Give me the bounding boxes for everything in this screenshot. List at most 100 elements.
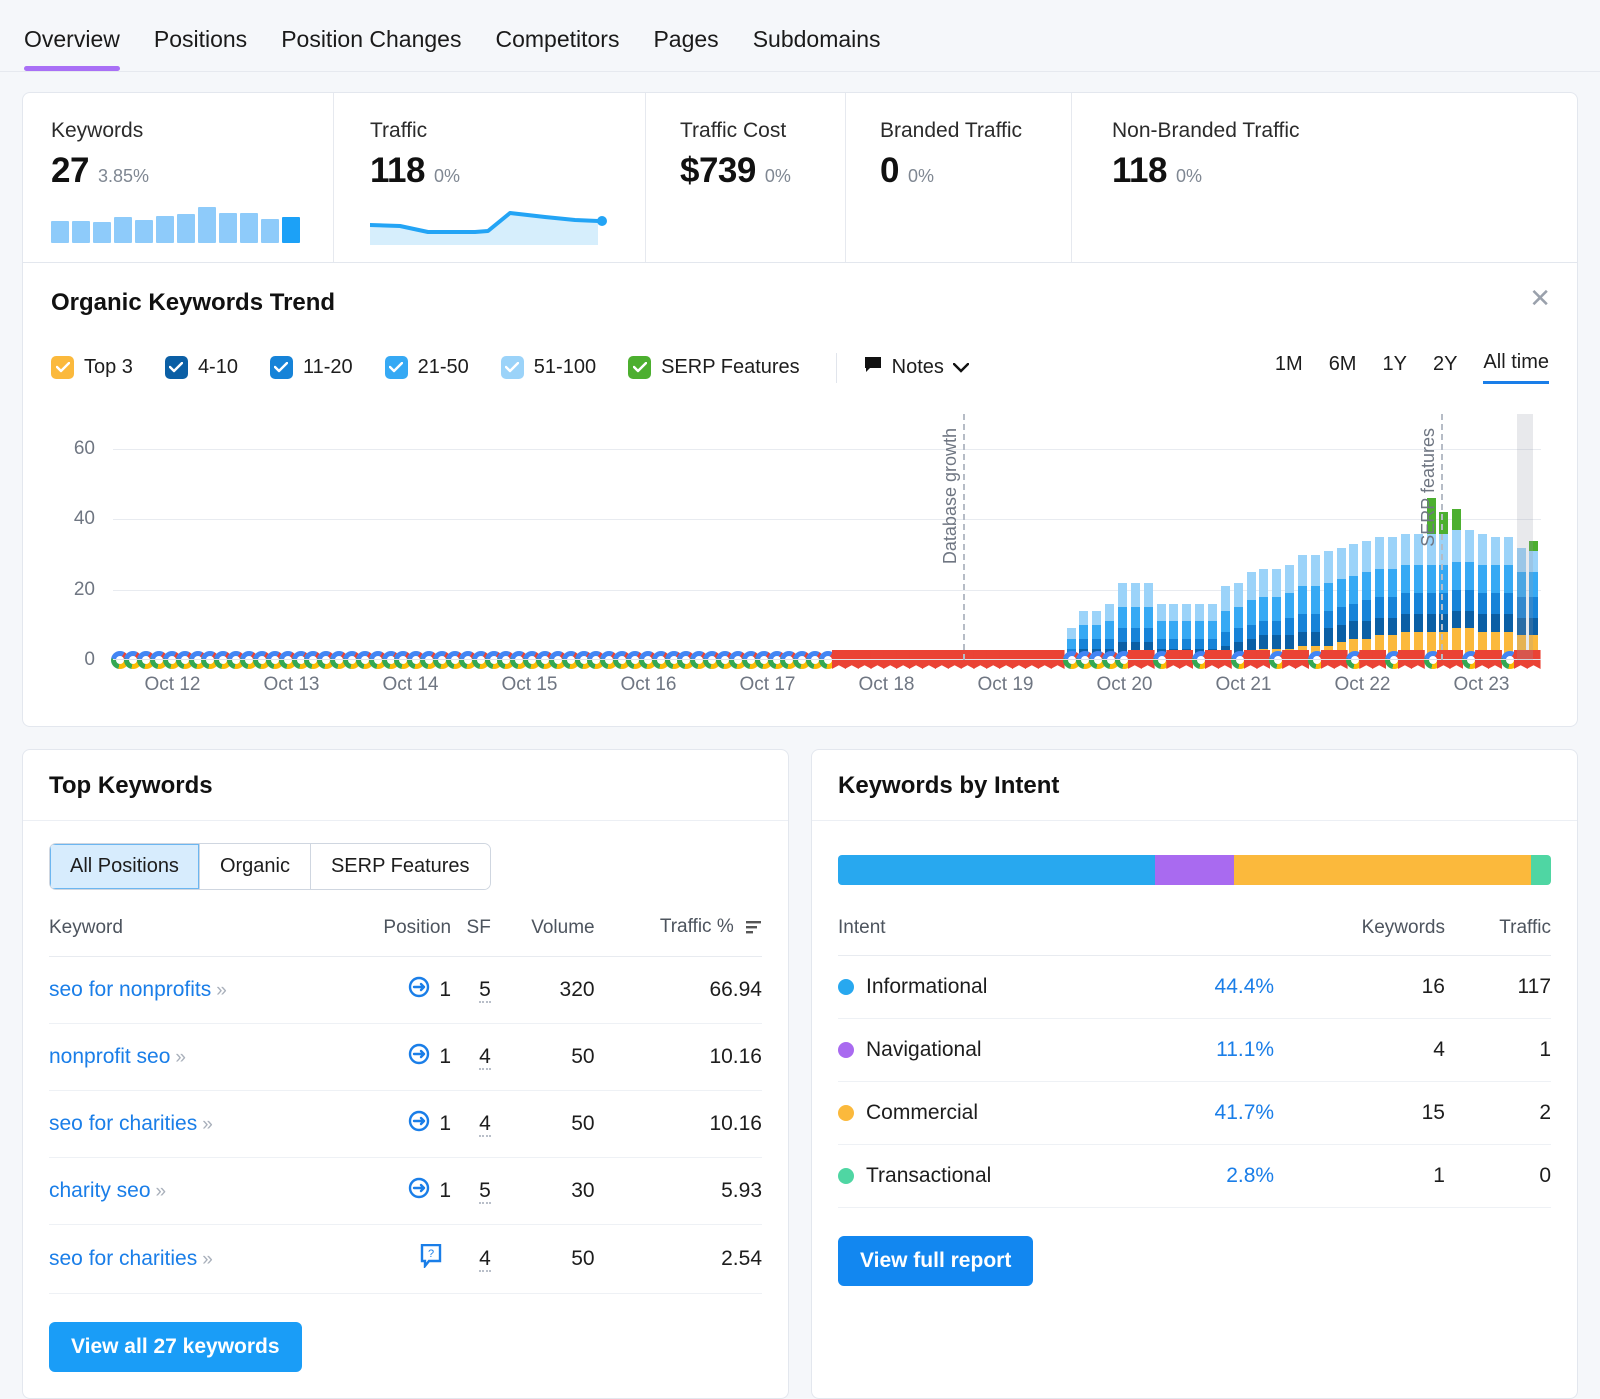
chart-bar[interactable] bbox=[1375, 537, 1385, 660]
kw-filter-all-positions[interactable]: All Positions bbox=[50, 844, 200, 889]
legend-item-top-3[interactable]: Top 3 bbox=[51, 356, 133, 379]
range-1m[interactable]: 1M bbox=[1275, 353, 1303, 383]
range-1y[interactable]: 1Y bbox=[1382, 353, 1406, 383]
intent-segment-navigational[interactable] bbox=[1154, 855, 1234, 885]
table-row[interactable]: seo for charities»? 4 50 2.54 bbox=[49, 1224, 762, 1294]
cell-keyword[interactable]: seo for charities» bbox=[49, 1224, 341, 1294]
range-2y[interactable]: 2Y bbox=[1433, 353, 1457, 383]
legend-item-51-100[interactable]: 51-100 bbox=[500, 356, 596, 379]
keyword-link[interactable]: seo for charities bbox=[49, 1112, 197, 1135]
tab-overview[interactable]: Overview bbox=[24, 26, 120, 71]
cell-sf: 4 bbox=[451, 1023, 491, 1091]
checkbox-icon[interactable] bbox=[51, 356, 74, 379]
chart-bar-slot bbox=[1013, 414, 1026, 660]
chart-bar[interactable] bbox=[1285, 565, 1295, 660]
legend-item-21-50[interactable]: 21-50 bbox=[384, 356, 469, 379]
col-keyword[interactable]: Keyword bbox=[49, 916, 341, 957]
chart-bar[interactable] bbox=[1310, 554, 1320, 660]
intent-pct[interactable]: 41.7% bbox=[1215, 1101, 1275, 1124]
kw-filter-serp-features[interactable]: SERP Features bbox=[310, 844, 490, 889]
sf-value[interactable]: 4 bbox=[479, 1247, 491, 1272]
chart-bar[interactable] bbox=[1362, 540, 1372, 660]
expand-icon[interactable]: » bbox=[175, 1047, 186, 1068]
checkbox-icon[interactable] bbox=[164, 356, 188, 379]
tab-competitors[interactable]: Competitors bbox=[495, 26, 619, 71]
kw-filter-organic[interactable]: Organic bbox=[199, 844, 311, 889]
close-icon[interactable]: ✕ bbox=[1529, 285, 1551, 311]
table-row[interactable]: nonprofit seo» 1 4 50 10.16 bbox=[49, 1023, 762, 1091]
sf-value[interactable]: 4 bbox=[479, 1112, 491, 1137]
range-all-time[interactable]: All time bbox=[1483, 351, 1549, 384]
chart-bar[interactable] bbox=[1259, 568, 1269, 660]
chart-bar[interactable] bbox=[1297, 554, 1307, 660]
chart-bar[interactable] bbox=[1452, 508, 1462, 660]
legend-item-serp-features[interactable]: SERP Features bbox=[628, 356, 800, 379]
tab-positions[interactable]: Positions bbox=[154, 26, 247, 71]
intent-pct[interactable]: 11.1% bbox=[1216, 1038, 1274, 1061]
bar-segment bbox=[1066, 638, 1076, 650]
tab-subdomains[interactable]: Subdomains bbox=[753, 26, 881, 71]
table-row[interactable]: seo for nonprofits» 1 5 320 66.94 bbox=[49, 956, 762, 1024]
view-full-report-button[interactable]: View full report bbox=[838, 1236, 1034, 1286]
sf-value[interactable]: 5 bbox=[479, 1179, 491, 1204]
expand-icon[interactable]: » bbox=[202, 1249, 213, 1270]
intent-segment-commercial[interactable] bbox=[1233, 855, 1532, 885]
intent-pct[interactable]: 2.8% bbox=[1226, 1164, 1274, 1187]
cell-keyword[interactable]: seo for charities» bbox=[49, 1090, 341, 1158]
tab-pages[interactable]: Pages bbox=[653, 26, 718, 71]
col-volume[interactable]: Volume bbox=[490, 916, 595, 957]
keyword-link[interactable]: seo for nonprofits bbox=[49, 978, 211, 1001]
table-row[interactable]: seo for charities» 1 4 50 10.16 bbox=[49, 1090, 762, 1158]
view-all-keywords-button[interactable]: View all 27 keywords bbox=[49, 1322, 302, 1372]
legend-item-4-10[interactable]: 4-10 bbox=[164, 356, 238, 379]
chart-bar[interactable] bbox=[1400, 533, 1410, 660]
tab-position-changes[interactable]: Position Changes bbox=[281, 26, 461, 71]
notes-dropdown[interactable]: Notes bbox=[863, 355, 970, 381]
sf-value[interactable]: 5 bbox=[479, 978, 491, 1003]
chart-bar-slot bbox=[756, 414, 769, 660]
checkbox-icon[interactable] bbox=[500, 356, 524, 379]
intent-segment-transactional[interactable] bbox=[1531, 855, 1551, 885]
chart-bar[interactable] bbox=[1465, 530, 1475, 660]
chart-bar-slot bbox=[872, 414, 885, 660]
chart-bar[interactable] bbox=[1349, 544, 1359, 660]
chart-bar-slot bbox=[1463, 414, 1476, 660]
cell-sf: 5 bbox=[451, 1157, 491, 1225]
chart-bar[interactable] bbox=[1503, 537, 1513, 660]
table-row[interactable]: charity seo» 1 5 30 5.93 bbox=[49, 1157, 762, 1225]
chart-bar[interactable] bbox=[1272, 568, 1282, 660]
col-traffic-pct[interactable]: Traffic % bbox=[594, 916, 762, 957]
cell-position: 1 bbox=[340, 1090, 452, 1158]
chart-bar[interactable] bbox=[1246, 572, 1256, 660]
keyword-link[interactable]: seo for charities bbox=[49, 1247, 197, 1270]
chart-bar[interactable] bbox=[1413, 533, 1423, 660]
cell-keyword[interactable]: nonprofit seo» bbox=[49, 1023, 341, 1091]
col-position[interactable]: Position bbox=[340, 916, 452, 957]
chart-bar-slot bbox=[383, 414, 396, 660]
col-sf[interactable]: SF bbox=[451, 916, 491, 957]
expand-icon[interactable]: » bbox=[216, 980, 227, 1001]
chart-bar[interactable] bbox=[1490, 537, 1500, 660]
range-6m[interactable]: 6M bbox=[1329, 353, 1357, 383]
sf-value[interactable]: 4 bbox=[479, 1045, 491, 1070]
keyword-link[interactable]: charity seo bbox=[49, 1179, 151, 1202]
legend-item-11-20[interactable]: 11-20 bbox=[269, 356, 353, 379]
expand-icon[interactable]: » bbox=[156, 1181, 167, 1202]
checkbox-icon[interactable] bbox=[628, 356, 652, 379]
intent-pct[interactable]: 44.4% bbox=[1215, 975, 1275, 998]
bar-segment bbox=[1362, 572, 1372, 601]
cell-keyword[interactable]: seo for nonprofits» bbox=[49, 956, 341, 1024]
checkbox-icon[interactable] bbox=[384, 356, 408, 379]
keyword-link[interactable]: nonprofit seo bbox=[49, 1045, 170, 1068]
chart-bar[interactable] bbox=[1388, 537, 1397, 660]
chart-bar[interactable] bbox=[1323, 551, 1333, 660]
chart-bar[interactable] bbox=[1336, 547, 1346, 660]
chart-bar[interactable] bbox=[1478, 533, 1488, 660]
metric-traffic: Traffic 118 0% bbox=[333, 93, 645, 262]
intent-segment-informational[interactable] bbox=[838, 855, 1155, 885]
cell-keyword[interactable]: charity seo» bbox=[49, 1157, 341, 1225]
bar-segment bbox=[1323, 610, 1333, 629]
expand-icon[interactable]: » bbox=[202, 1114, 213, 1135]
checkbox-icon[interactable] bbox=[269, 356, 293, 379]
bar-segment bbox=[1336, 547, 1346, 580]
